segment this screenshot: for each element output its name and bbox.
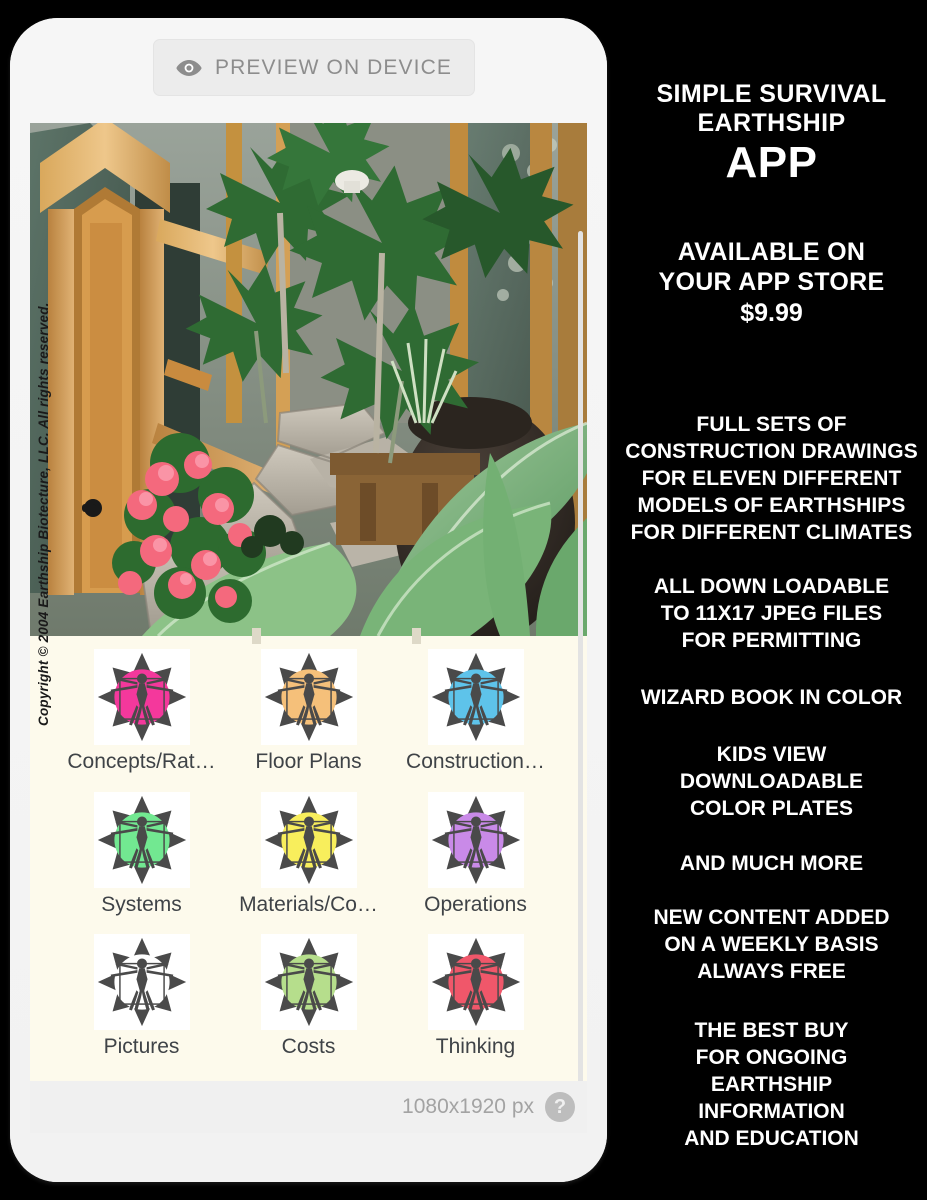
help-icon[interactable]: ? [545, 1092, 575, 1122]
grid-item-costs[interactable]: Costs [225, 934, 392, 1077]
promo-avail-line1: AVAILABLE ON [677, 238, 866, 266]
resolution-label: 1080x1920 px [402, 1095, 534, 1118]
grid-item-materials[interactable]: Materials/Co… [225, 791, 392, 935]
promo-feature-line: MODELS OF EARTHSHIPS [637, 493, 906, 517]
grid-item-thinking[interactable]: Thinking [392, 934, 559, 1077]
promo-avail-line2: YOUR APP STORE [658, 268, 885, 296]
promo-feature-line: WIZARD BOOK IN COLOR [640, 686, 903, 709]
vitruvian-star-icon [97, 795, 186, 884]
promo-feature-drawings: FULL SETS OF CONSTRUCTION DRAWINGS FOR E… [616, 412, 927, 546]
promo-feature-line: FOR DIFFERENT CLIMATES [630, 520, 913, 544]
device-mockup-inner: PREVIEW ON DEVICE Concepts/Rat… Floor Pl… [10, 18, 607, 1182]
grid-item-label: Systems [101, 892, 182, 916]
promo-feature-much-more: AND MUCH MORE [616, 851, 927, 878]
promo-feature-line: FOR ELEVEN DIFFERENT [641, 466, 902, 490]
icon-tile [93, 934, 190, 1031]
promo-panel: SIMPLE SURVIVAL EARTHSHIP APP AVAILABLE … [616, 0, 927, 1200]
promo-feature-line: THE BEST BUY [694, 1019, 849, 1042]
promo-feature-line: ALL DOWN LOADABLE [653, 575, 890, 599]
grid-item-label: Concepts/Rat… [67, 750, 216, 773]
vitruvian-star-icon [97, 652, 186, 742]
grid-item-label: Costs [281, 1035, 336, 1059]
vitruvian-star-icon [97, 938, 186, 1027]
icon-tile [260, 934, 357, 1031]
promo-price: $9.99 [740, 299, 803, 327]
promo-feature-line: ALWAYS FREE [697, 960, 846, 984]
promo-feature-line: FULL SETS OF [696, 413, 847, 436]
grid-item-label: Construction… [406, 750, 545, 773]
promo-feature-line: KIDS VIEW [716, 742, 827, 766]
device-status-bar: 1080x1920 px ? [30, 1081, 587, 1133]
grid-item-floor-plans[interactable]: Floor Plans [225, 649, 392, 792]
promo-feature-line: ON A WEEKLY BASIS [664, 933, 879, 957]
promo-feature-line: INFORMATION [698, 1099, 845, 1123]
grid-item-construction[interactable]: Construction… [392, 649, 559, 792]
promo-feature-line: AND MUCH MORE [679, 851, 864, 875]
grid-item-label: Materials/Co… [239, 892, 378, 916]
grid-item-systems[interactable]: Systems [58, 791, 225, 935]
eye-icon [176, 59, 202, 77]
icon-tile [93, 649, 190, 745]
icon-tile [93, 791, 190, 888]
vitruvian-star-icon [264, 652, 353, 742]
grid-item-label: Floor Plans [255, 750, 362, 773]
grid-item-pictures[interactable]: Pictures [58, 934, 225, 1077]
grid-item-operations[interactable]: Operations [392, 791, 559, 935]
vitruvian-star-icon [264, 938, 353, 1027]
copyright-notice: Copyright © 2004 Earthship Biotecture, L… [36, 302, 51, 726]
grid-item-label: Pictures [103, 1035, 180, 1059]
icon-tile [260, 791, 357, 888]
promo-feature-line: FOR PERMITTING [681, 629, 862, 653]
promo-feature-line: TO 11X17 JPEG FILES [660, 602, 883, 626]
grid-item-label: Thinking [435, 1035, 516, 1059]
preview-on-device-label: PREVIEW ON DEVICE [215, 55, 452, 79]
promo-feature-line: DOWNLOADABLE [679, 769, 864, 793]
screen-scrollbar[interactable] [578, 231, 583, 1081]
icon-tile [260, 649, 357, 745]
promo-feature-line: COLOR PLATES [690, 796, 853, 820]
promo-feature-line: AND EDUCATION [684, 1126, 859, 1150]
promo-feature-line: NEW CONTENT ADDED [653, 906, 890, 930]
promo-feature-line: FOR ONGOING [695, 1045, 848, 1069]
vitruvian-star-icon [431, 938, 520, 1027]
grid-item-label: Operations [424, 892, 527, 916]
promo-feature-line: EARTHSHIP [710, 1072, 833, 1096]
device-screen: Concepts/Rat… Floor Plans Construction… … [30, 123, 587, 1081]
promo-title-line2: EARTHSHIP [697, 108, 846, 137]
icon-tile [427, 791, 524, 888]
promo-feature-new-content: NEW CONTENT ADDED ON A WEEKLY BASIS ALWA… [616, 905, 927, 986]
promo-feature-wizard-book: WIZARD BOOK IN COLOR [616, 685, 927, 712]
promo-feature-downloadable: ALL DOWN LOADABLE TO 11X17 JPEG FILES FO… [616, 574, 927, 655]
vitruvian-star-icon [431, 652, 520, 742]
promo-title-app: APP [725, 138, 818, 187]
screenshot-root: PREVIEW ON DEVICE Concepts/Rat… Floor Pl… [0, 0, 927, 1200]
vitruvian-star-icon [431, 795, 520, 884]
app-icon-grid: Concepts/Rat… Floor Plans Construction… … [30, 641, 587, 1081]
promo-title-line1: SIMPLE SURVIVAL [656, 80, 887, 108]
icon-tile [427, 934, 524, 1031]
icon-tile [427, 649, 524, 745]
device-mockup-frame: PREVIEW ON DEVICE Concepts/Rat… Floor Pl… [10, 18, 607, 1182]
promo-feature-line: CONSTRUCTION DRAWINGS [625, 439, 918, 463]
promo-title-block: SIMPLE SURVIVAL EARTHSHIP [616, 80, 927, 137]
promo-availability-block: AVAILABLE ON YOUR APP STORE [616, 237, 927, 297]
preview-on-device-button[interactable]: PREVIEW ON DEVICE [153, 39, 475, 96]
promo-feature-kids-view: KIDS VIEW DOWNLOADABLE COLOR PLATES [616, 742, 927, 823]
earthship-greenhouse-photo [30, 123, 587, 636]
promo-feature-best-buy: THE BEST BUY FOR ONGOING EARTHSHIP INFOR… [616, 1018, 927, 1152]
grid-item-concepts[interactable]: Concepts/Rat… [58, 649, 225, 792]
vitruvian-star-icon [264, 795, 353, 884]
